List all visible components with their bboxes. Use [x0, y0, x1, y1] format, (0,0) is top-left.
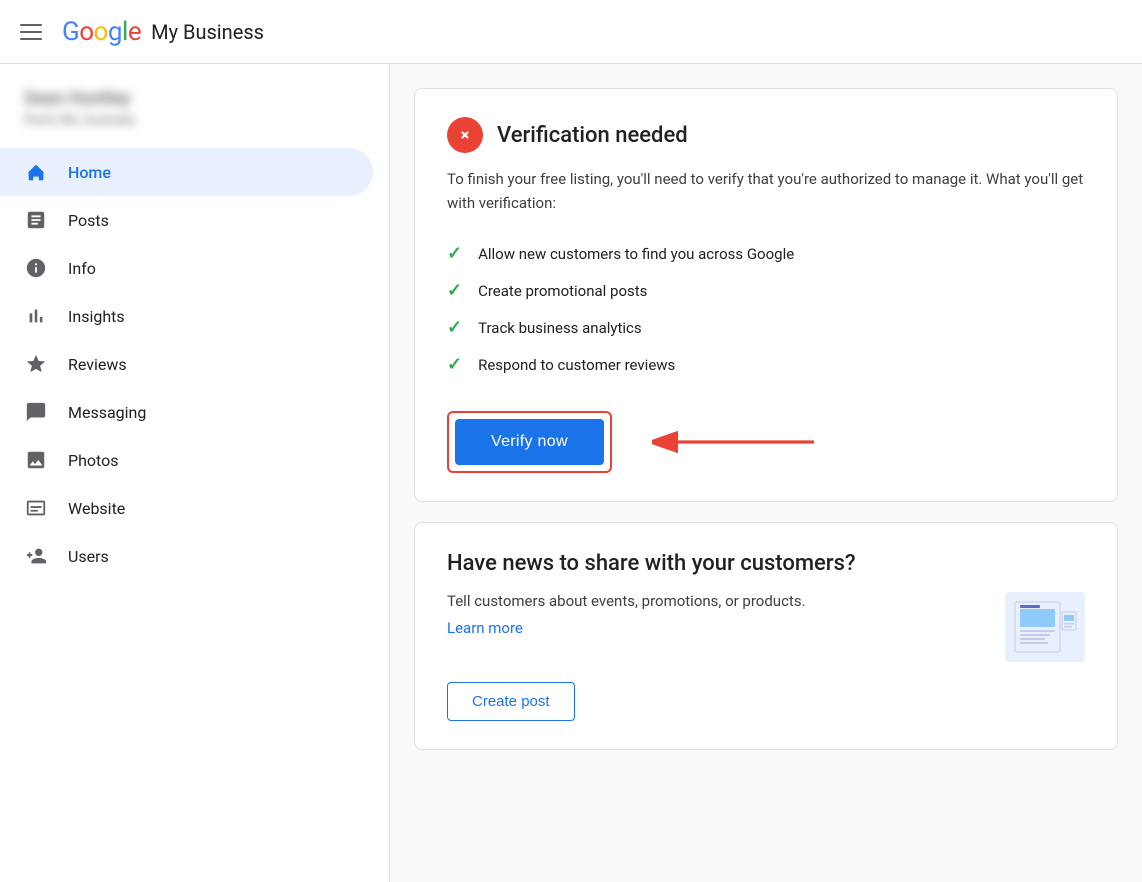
main-layout: Sean Huntley Perth WA, Australia Home Po… — [0, 64, 1142, 882]
sidebar-item-messaging[interactable]: Messaging — [0, 388, 373, 436]
reviews-icon — [24, 352, 48, 376]
learn-more-link[interactable]: Learn more — [447, 619, 523, 637]
news-card-body: Tell customers about events, promotions,… — [447, 592, 1085, 662]
verify-button-wrapper: Verify now — [447, 411, 612, 473]
news-card-title: Have news to share with your customers? — [447, 551, 1085, 576]
sidebar-item-reviews-label: Reviews — [68, 355, 127, 374]
shield-x-icon — [447, 117, 483, 153]
users-icon — [24, 544, 48, 568]
pointing-arrow-icon — [652, 422, 832, 462]
sidebar-item-photos[interactable]: Photos — [0, 436, 373, 484]
app-title: My Business — [151, 20, 264, 44]
photos-icon — [24, 448, 48, 472]
create-post-button[interactable]: Create post — [447, 682, 575, 721]
checkmark-icon-4: ✓ — [447, 354, 462, 375]
sidebar-item-messaging-label: Messaging — [68, 403, 146, 422]
sidebar-item-info-label: Info — [68, 259, 96, 278]
header: Google My Business — [0, 0, 1142, 64]
news-illustration — [1005, 592, 1085, 662]
info-icon — [24, 256, 48, 280]
news-description: Tell customers about events, promotions,… — [447, 592, 985, 610]
sidebar-item-website-label: Website — [68, 499, 125, 518]
google-wordmark: Google — [62, 17, 141, 47]
sidebar-item-info[interactable]: Info — [0, 244, 373, 292]
checklist-item-2-text: Create promotional posts — [478, 282, 647, 300]
verification-title: Verification needed — [497, 123, 688, 148]
sidebar-item-insights-label: Insights — [68, 307, 125, 326]
checklist-item-1: ✓ Allow new customers to find you across… — [447, 235, 1085, 272]
checklist-item-4-text: Respond to customer reviews — [478, 356, 675, 374]
sidebar: Sean Huntley Perth WA, Australia Home Po… — [0, 64, 390, 882]
logo: Google My Business — [62, 17, 264, 47]
business-name: Sean Huntley — [24, 88, 365, 109]
arrow-annotation — [652, 422, 832, 462]
business-info: Sean Huntley Perth WA, Australia — [0, 80, 389, 148]
sidebar-item-home-label: Home — [68, 163, 111, 182]
sidebar-item-posts[interactable]: Posts — [0, 196, 373, 244]
insights-icon — [24, 304, 48, 328]
checklist-item-3-text: Track business analytics — [478, 319, 642, 337]
sidebar-item-posts-label: Posts — [68, 211, 109, 230]
home-icon — [24, 160, 48, 184]
checklist-item-1-text: Allow new customers to find you across G… — [478, 245, 794, 263]
sidebar-item-insights[interactable]: Insights — [0, 292, 373, 340]
verification-checklist: ✓ Allow new customers to find you across… — [447, 235, 1085, 383]
sidebar-item-users[interactable]: Users — [0, 532, 373, 580]
verification-description: To finish your free listing, you'll need… — [447, 167, 1085, 215]
checklist-item-3: ✓ Track business analytics — [447, 309, 1085, 346]
newspaper-icon — [1010, 597, 1080, 657]
posts-icon — [24, 208, 48, 232]
verify-now-button[interactable]: Verify now — [455, 419, 604, 465]
checkmark-icon-3: ✓ — [447, 317, 462, 338]
checkmark-icon-2: ✓ — [447, 280, 462, 301]
sidebar-item-reviews[interactable]: Reviews — [0, 340, 373, 388]
website-icon — [24, 496, 48, 520]
sidebar-item-photos-label: Photos — [68, 451, 119, 470]
sidebar-item-home[interactable]: Home — [0, 148, 373, 196]
checklist-item-2: ✓ Create promotional posts — [447, 272, 1085, 309]
verification-header: Verification needed — [447, 117, 1085, 153]
menu-icon[interactable] — [20, 24, 42, 40]
main-content: Verification needed To finish your free … — [390, 64, 1142, 882]
messaging-icon — [24, 400, 48, 424]
checklist-item-4: ✓ Respond to customer reviews — [447, 346, 1085, 383]
news-card: Have news to share with your customers? … — [414, 522, 1118, 750]
verify-action-area: Verify now — [447, 411, 1085, 473]
news-text-area: Tell customers about events, promotions,… — [447, 592, 985, 637]
business-location: Perth WA, Australia — [24, 113, 365, 128]
sidebar-item-users-label: Users — [68, 547, 109, 566]
checkmark-icon-1: ✓ — [447, 243, 462, 264]
sidebar-item-website[interactable]: Website — [0, 484, 373, 532]
verification-card: Verification needed To finish your free … — [414, 88, 1118, 502]
